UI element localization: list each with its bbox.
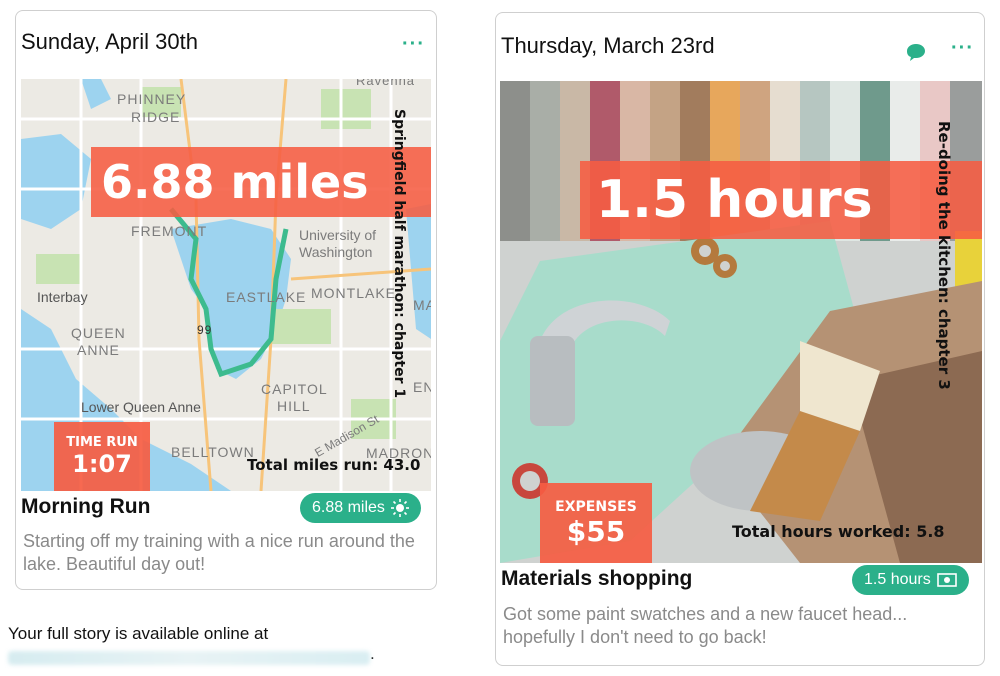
kitchen-photo: 1.5 hours Re-doing the kitchen: chapter … [500, 81, 982, 563]
story-card-materials-shopping[interactable]: Thursday, March 23rd ··· 1.5 hours Re-do… [495, 12, 985, 666]
map-label: BELLTOWN [171, 444, 255, 460]
cash-icon [936, 572, 957, 587]
map-label: QUEEN [71, 325, 126, 341]
map-label: HILL [277, 398, 311, 414]
stat-value: $55 [566, 515, 626, 548]
map-label: Ravenna [356, 79, 416, 88]
time-run-box: TIME RUN 1:07 [54, 422, 150, 491]
map-label: ANNE [77, 342, 120, 358]
map-label: FREMONT [131, 223, 208, 239]
hours-pill[interactable]: 1.5 hours [852, 565, 969, 595]
sun-icon [390, 498, 409, 517]
more-menu-icon[interactable]: ··· [402, 33, 425, 56]
footer-text: Your full story is available online at [8, 624, 269, 643]
story-card-morning-run[interactable]: Sunday, April 30th ··· Ravenna PHINNEY R… [15, 10, 437, 590]
stat-label: EXPENSES [555, 499, 637, 515]
map-label: University of [299, 227, 377, 243]
story-title: Morning Run [21, 495, 151, 518]
map-label: PHINNEY [117, 91, 187, 107]
map-label: MA [413, 297, 431, 313]
stat-label: TIME RUN [66, 435, 138, 450]
total-hours: Total hours worked: 5.8 [732, 522, 945, 541]
map-label: RIDGE [131, 109, 181, 125]
route-map: Ravenna PHINNEY RIDGE FREMONT University… [21, 79, 431, 491]
map-label: Interbay [37, 289, 88, 305]
map-label: 99 [197, 323, 213, 337]
story-link[interactable] [8, 650, 370, 665]
map-label: CAPITOL [261, 381, 328, 397]
map-label: ENI [413, 379, 431, 395]
comment-icon[interactable] [906, 43, 926, 61]
pill-label: 6.88 miles [312, 499, 385, 516]
card-date: Thursday, March 23rd [501, 33, 715, 58]
expenses-box: EXPENSES $55 [540, 483, 652, 563]
distance-pill[interactable]: 6.88 miles [300, 493, 421, 523]
story-description: Starting off my training with a nice run… [23, 531, 415, 574]
map-label: EASTLAKE [226, 289, 307, 305]
pill-label: 1.5 hours [864, 571, 931, 588]
story-chapter-caption: Re-doing the kitchen: chapter 3 [935, 121, 953, 390]
distance-banner: 6.88 miles [91, 147, 431, 217]
footer-suffix: . [370, 644, 375, 663]
total-miles: Total miles run: 43.0 [247, 456, 421, 474]
story-chapter-caption: Springfield half marathon: chapter 1 [391, 109, 407, 399]
story-title: Materials shopping [501, 567, 693, 590]
hours-banner: 1.5 hours [580, 161, 982, 239]
card-date: Sunday, April 30th [21, 29, 198, 54]
stat-value: 1:07 [72, 450, 132, 478]
map-label: MONTLAKE [311, 285, 397, 301]
map-label: Washington [299, 244, 373, 260]
more-menu-icon[interactable]: ··· [951, 37, 974, 60]
story-description: Got some paint swatches and a new faucet… [503, 604, 908, 647]
footer-note: Your full story is available online at . [8, 624, 375, 665]
map-label: Lower Queen Anne [81, 399, 201, 415]
